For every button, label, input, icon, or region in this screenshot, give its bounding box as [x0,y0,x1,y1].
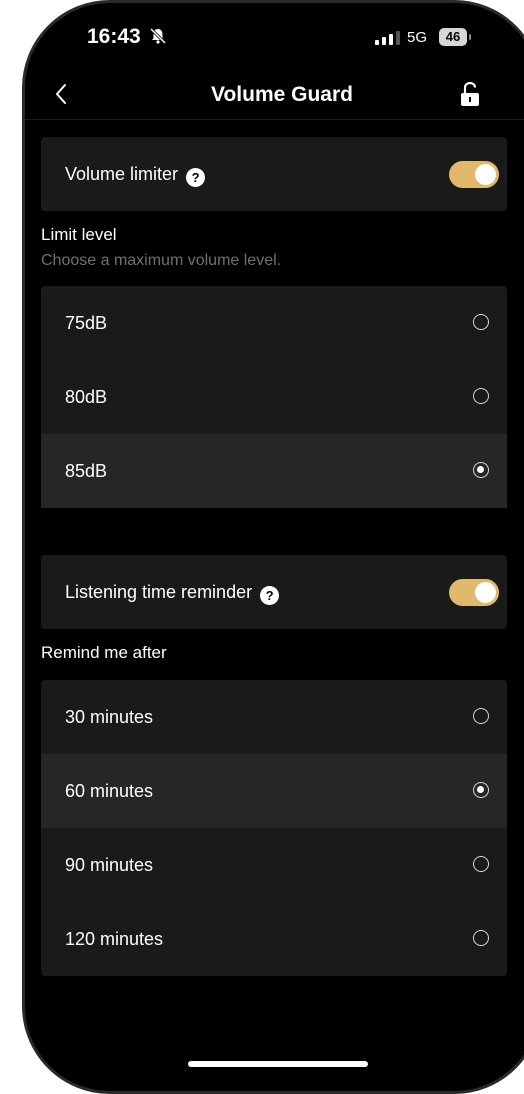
remind-option-30[interactable]: 30 minutes [41,680,507,754]
radio-button-selected[interactable] [473,782,489,798]
remind-after-title: Remind me after [41,643,167,662]
option-label: 30 minutes [65,707,154,727]
battery-icon: 46 [439,28,467,46]
remind-option-90[interactable]: 90 minutes [41,828,507,902]
limit-option-75db[interactable]: 75dB [41,286,507,360]
limit-level-options: 75dB 80dB 85dB [41,286,507,508]
home-indicator[interactable] [188,1061,368,1067]
limit-level-subtitle: Choose a maximum volume level. [41,252,282,269]
radio-button[interactable] [473,314,489,330]
limit-level-title: Limit level [41,225,117,244]
limit-option-85db[interactable]: 85dB [41,434,507,508]
listening-reminder-card: Listening time reminder? [41,555,507,629]
option-label: 90 minutes [65,855,154,875]
option-label: 85dB [65,461,108,481]
cellular-signal-icon [375,31,400,45]
help-icon[interactable]: ? [260,586,280,605]
volume-limiter-row: Volume limiter? [41,137,507,211]
volume-limiter-label: Volume limiter [65,164,179,184]
radio-button[interactable] [473,708,489,724]
listening-reminder-toggle[interactable] [449,579,499,606]
option-label: 60 minutes [65,781,154,801]
phone-screen: 16:43 5G 46 Volume Guard Volume limiter … [22,0,524,1094]
option-label: 80dB [65,387,108,407]
remind-option-120[interactable]: 120 minutes [41,902,507,976]
battery-tip [469,34,471,40]
option-label: 75dB [65,313,108,333]
limit-option-80db[interactable]: 80dB [41,360,507,434]
unlock-icon[interactable] [459,81,481,112]
radio-button[interactable] [473,856,489,872]
radio-button[interactable] [473,388,489,404]
radio-button[interactable] [473,930,489,946]
remind-option-60[interactable]: 60 minutes [41,754,507,828]
listening-reminder-row: Listening time reminder? [41,555,507,629]
option-label: 120 minutes [65,929,164,949]
help-icon[interactable]: ? [186,168,206,187]
remind-after-options: 30 minutes 60 minutes 90 minutes 120 min… [41,680,507,976]
status-bar: 16:43 5G 46 [25,3,524,73]
bell-muted-icon [149,27,167,50]
navigation-bar: Volume Guard [25,71,524,119]
radio-button-selected[interactable] [473,462,489,478]
page-title: Volume Guard [211,83,353,106]
volume-limiter-card: Volume limiter? [41,137,507,211]
network-type: 5G [407,29,428,46]
listening-reminder-label: Listening time reminder [65,582,253,602]
status-time: 16:43 [87,25,141,48]
volume-limiter-toggle[interactable] [449,161,499,188]
nav-divider [25,119,524,120]
